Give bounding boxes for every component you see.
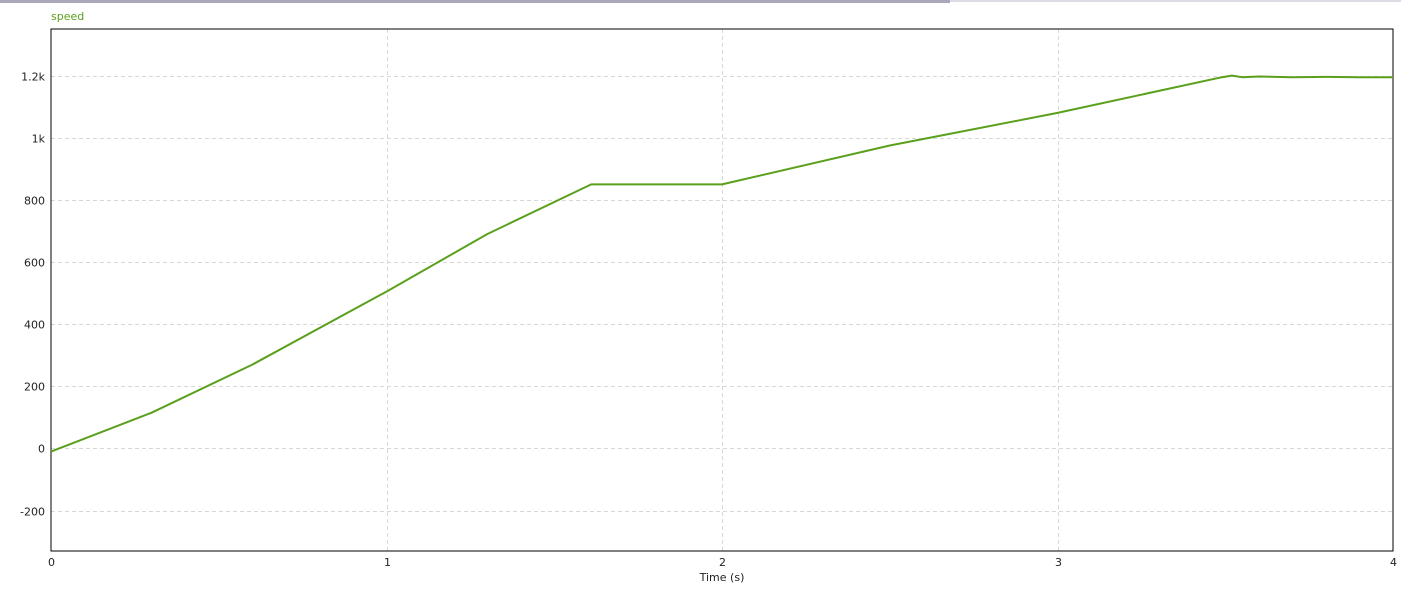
x-tick-label: 3 [1055, 556, 1062, 569]
y-tick-label: -200 [20, 506, 45, 519]
chart-root: 0 1 2 3 4 -200 0 200 400 600 800 1k 1.2k speed Time … [0, 0, 1401, 590]
y-tick-label: 400 [24, 319, 45, 332]
grid-layer [51, 29, 1393, 551]
y-tick-label: 0 [38, 443, 45, 456]
tick-layer: 0 1 2 3 4 -200 0 200 400 600 800 1k 1.2k [20, 71, 1397, 570]
x-tick-label: 2 [719, 556, 726, 569]
y-tick-label: 200 [24, 381, 45, 394]
x-tick-label: 4 [1390, 556, 1397, 569]
y-tick-label: 800 [24, 195, 45, 208]
y-tick-label: 1k [32, 133, 46, 146]
y-tick-label: 600 [24, 257, 45, 270]
speed-chart: 0 1 2 3 4 -200 0 200 400 600 800 1k 1.2k speed Time … [20, 10, 1397, 584]
x-axis-label: Time (s) [699, 571, 745, 584]
x-tick-label: 1 [384, 556, 391, 569]
y-tick-label: 1.2k [21, 71, 45, 84]
legend-series-speed[interactable]: speed [51, 10, 84, 23]
x-tick-label: 0 [48, 556, 55, 569]
